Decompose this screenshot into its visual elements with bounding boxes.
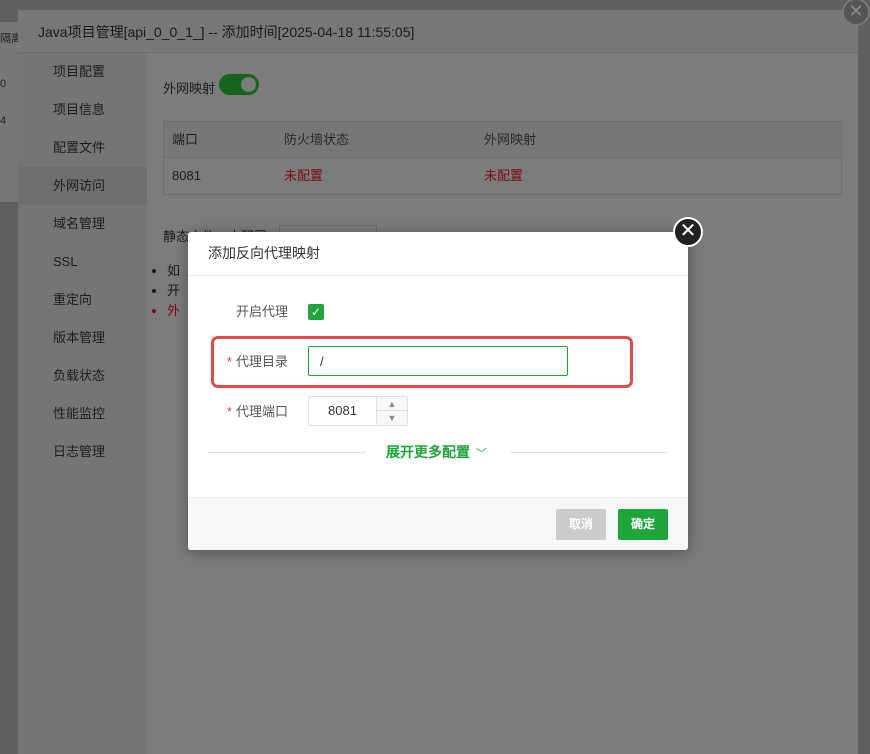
enable-proxy-checkbox[interactable]: ✓ xyxy=(308,304,324,320)
divider-line xyxy=(510,452,668,453)
project-dialog-title: Java项目管理[api_0_0_1_] -- 添加时间[2025-04-18 … xyxy=(38,24,415,40)
sidebar-item-load-status[interactable]: 负载状态 xyxy=(18,357,147,395)
proxy-port-value[interactable]: 8081 xyxy=(309,397,376,425)
sidebar-item-external-access[interactable]: 外网访问 xyxy=(18,167,147,205)
proxy-port-stepper[interactable]: 8081 ▲ ▼ xyxy=(308,396,408,426)
divider-line xyxy=(208,452,366,453)
chevron-down-icon[interactable]: ▼ xyxy=(376,411,407,425)
cancel-button[interactable]: 取消 xyxy=(556,509,606,540)
tips-list: 如 开 外 xyxy=(167,261,180,321)
port-cell: 8081 xyxy=(172,168,201,183)
required-mark: * xyxy=(226,404,232,419)
sidebar-item-redirect[interactable]: 重定向 xyxy=(18,281,147,319)
proxy-port-label: * 代理端口 xyxy=(188,396,288,428)
confirm-button[interactable]: 确定 xyxy=(618,509,668,540)
expand-more-config-label: 展开更多配置 xyxy=(386,444,470,460)
firewall-status-cell: 未配置 xyxy=(284,168,324,183)
proxy-port-row: * 代理端口 8081 ▲ ▼ xyxy=(188,396,688,428)
external-mapping-cell: 未配置 xyxy=(484,168,524,183)
more-config-divider: 展开更多配置 ﹀ xyxy=(208,442,668,462)
sidebar-item-ssl[interactable]: SSL xyxy=(18,243,147,281)
enable-proxy-row: 开启代理 ✓ xyxy=(188,296,688,328)
table-row: 8081 未配置 未配置 xyxy=(164,158,841,194)
list-item: 外 xyxy=(167,301,180,321)
column-header: 防火墙状态 xyxy=(284,132,350,147)
sidebar-item-config-file[interactable]: 配置文件 xyxy=(18,129,147,167)
expand-more-config-link[interactable]: 展开更多配置 ﹀ xyxy=(386,442,487,462)
proxy-dir-label-text: 代理目录 xyxy=(235,354,288,369)
sidebar-item-project-config[interactable]: 项目配置 xyxy=(18,53,147,91)
table-header-row: 端口 防火墙状态 外网映射 xyxy=(164,122,841,158)
sidebar-item-version[interactable]: 版本管理 xyxy=(18,319,147,357)
column-header: 外网映射 xyxy=(484,132,537,147)
chevron-up-icon[interactable]: ▲ xyxy=(376,397,407,411)
project-dialog-header: Java项目管理[api_0_0_1_] -- 添加时间[2025-04-18 … xyxy=(18,0,870,53)
external-mapping-label: 外网映射 xyxy=(163,81,216,96)
sidebar-item-domain[interactable]: 域名管理 xyxy=(18,205,147,243)
sidebar-item-performance[interactable]: 性能监控 xyxy=(18,395,147,433)
list-item: 如 xyxy=(167,261,180,281)
list-item: 开 xyxy=(167,281,180,301)
background-cell: 0 xyxy=(0,78,7,90)
proxy-dir-input[interactable] xyxy=(308,346,568,376)
background-table-strip: 隔离 0 4 xyxy=(0,22,18,202)
enable-proxy-label: 开启代理 xyxy=(235,304,288,319)
modal-title: 添加反向代理映射 xyxy=(188,232,688,276)
port-table: 端口 防火墙状态 外网映射 8081 未配置 未配置 xyxy=(163,121,842,195)
sidebar-item-logs[interactable]: 日志管理 xyxy=(18,433,147,471)
modal-close-icon[interactable]: ✕ xyxy=(673,217,703,247)
column-header: 端口 xyxy=(172,132,199,147)
chevron-down-icon: ﹀ xyxy=(476,448,487,460)
external-mapping-toggle[interactable] xyxy=(219,74,259,95)
background-cell: 隔离 xyxy=(0,33,18,45)
modal-footer: 取消 确定 xyxy=(188,497,688,550)
project-sidebar: 项目配置 项目信息 配置文件 外网访问 域名管理 SSL 重定向 版本管理 负载… xyxy=(18,53,147,754)
background-cell: 4 xyxy=(0,115,7,127)
proxy-dir-label: * 代理目录 xyxy=(188,346,288,378)
proxy-dir-row: * 代理目录 xyxy=(188,346,688,378)
required-mark: * xyxy=(226,354,232,369)
reverse-proxy-modal: 添加反向代理映射 ✕ 开启代理 ✓ *代理目录 *代理端口 8081 ▲ ▼ 展… xyxy=(188,217,703,550)
sidebar-item-project-info[interactable]: 项目信息 xyxy=(18,91,147,129)
proxy-port-label-text: 代理端口 xyxy=(235,404,288,419)
